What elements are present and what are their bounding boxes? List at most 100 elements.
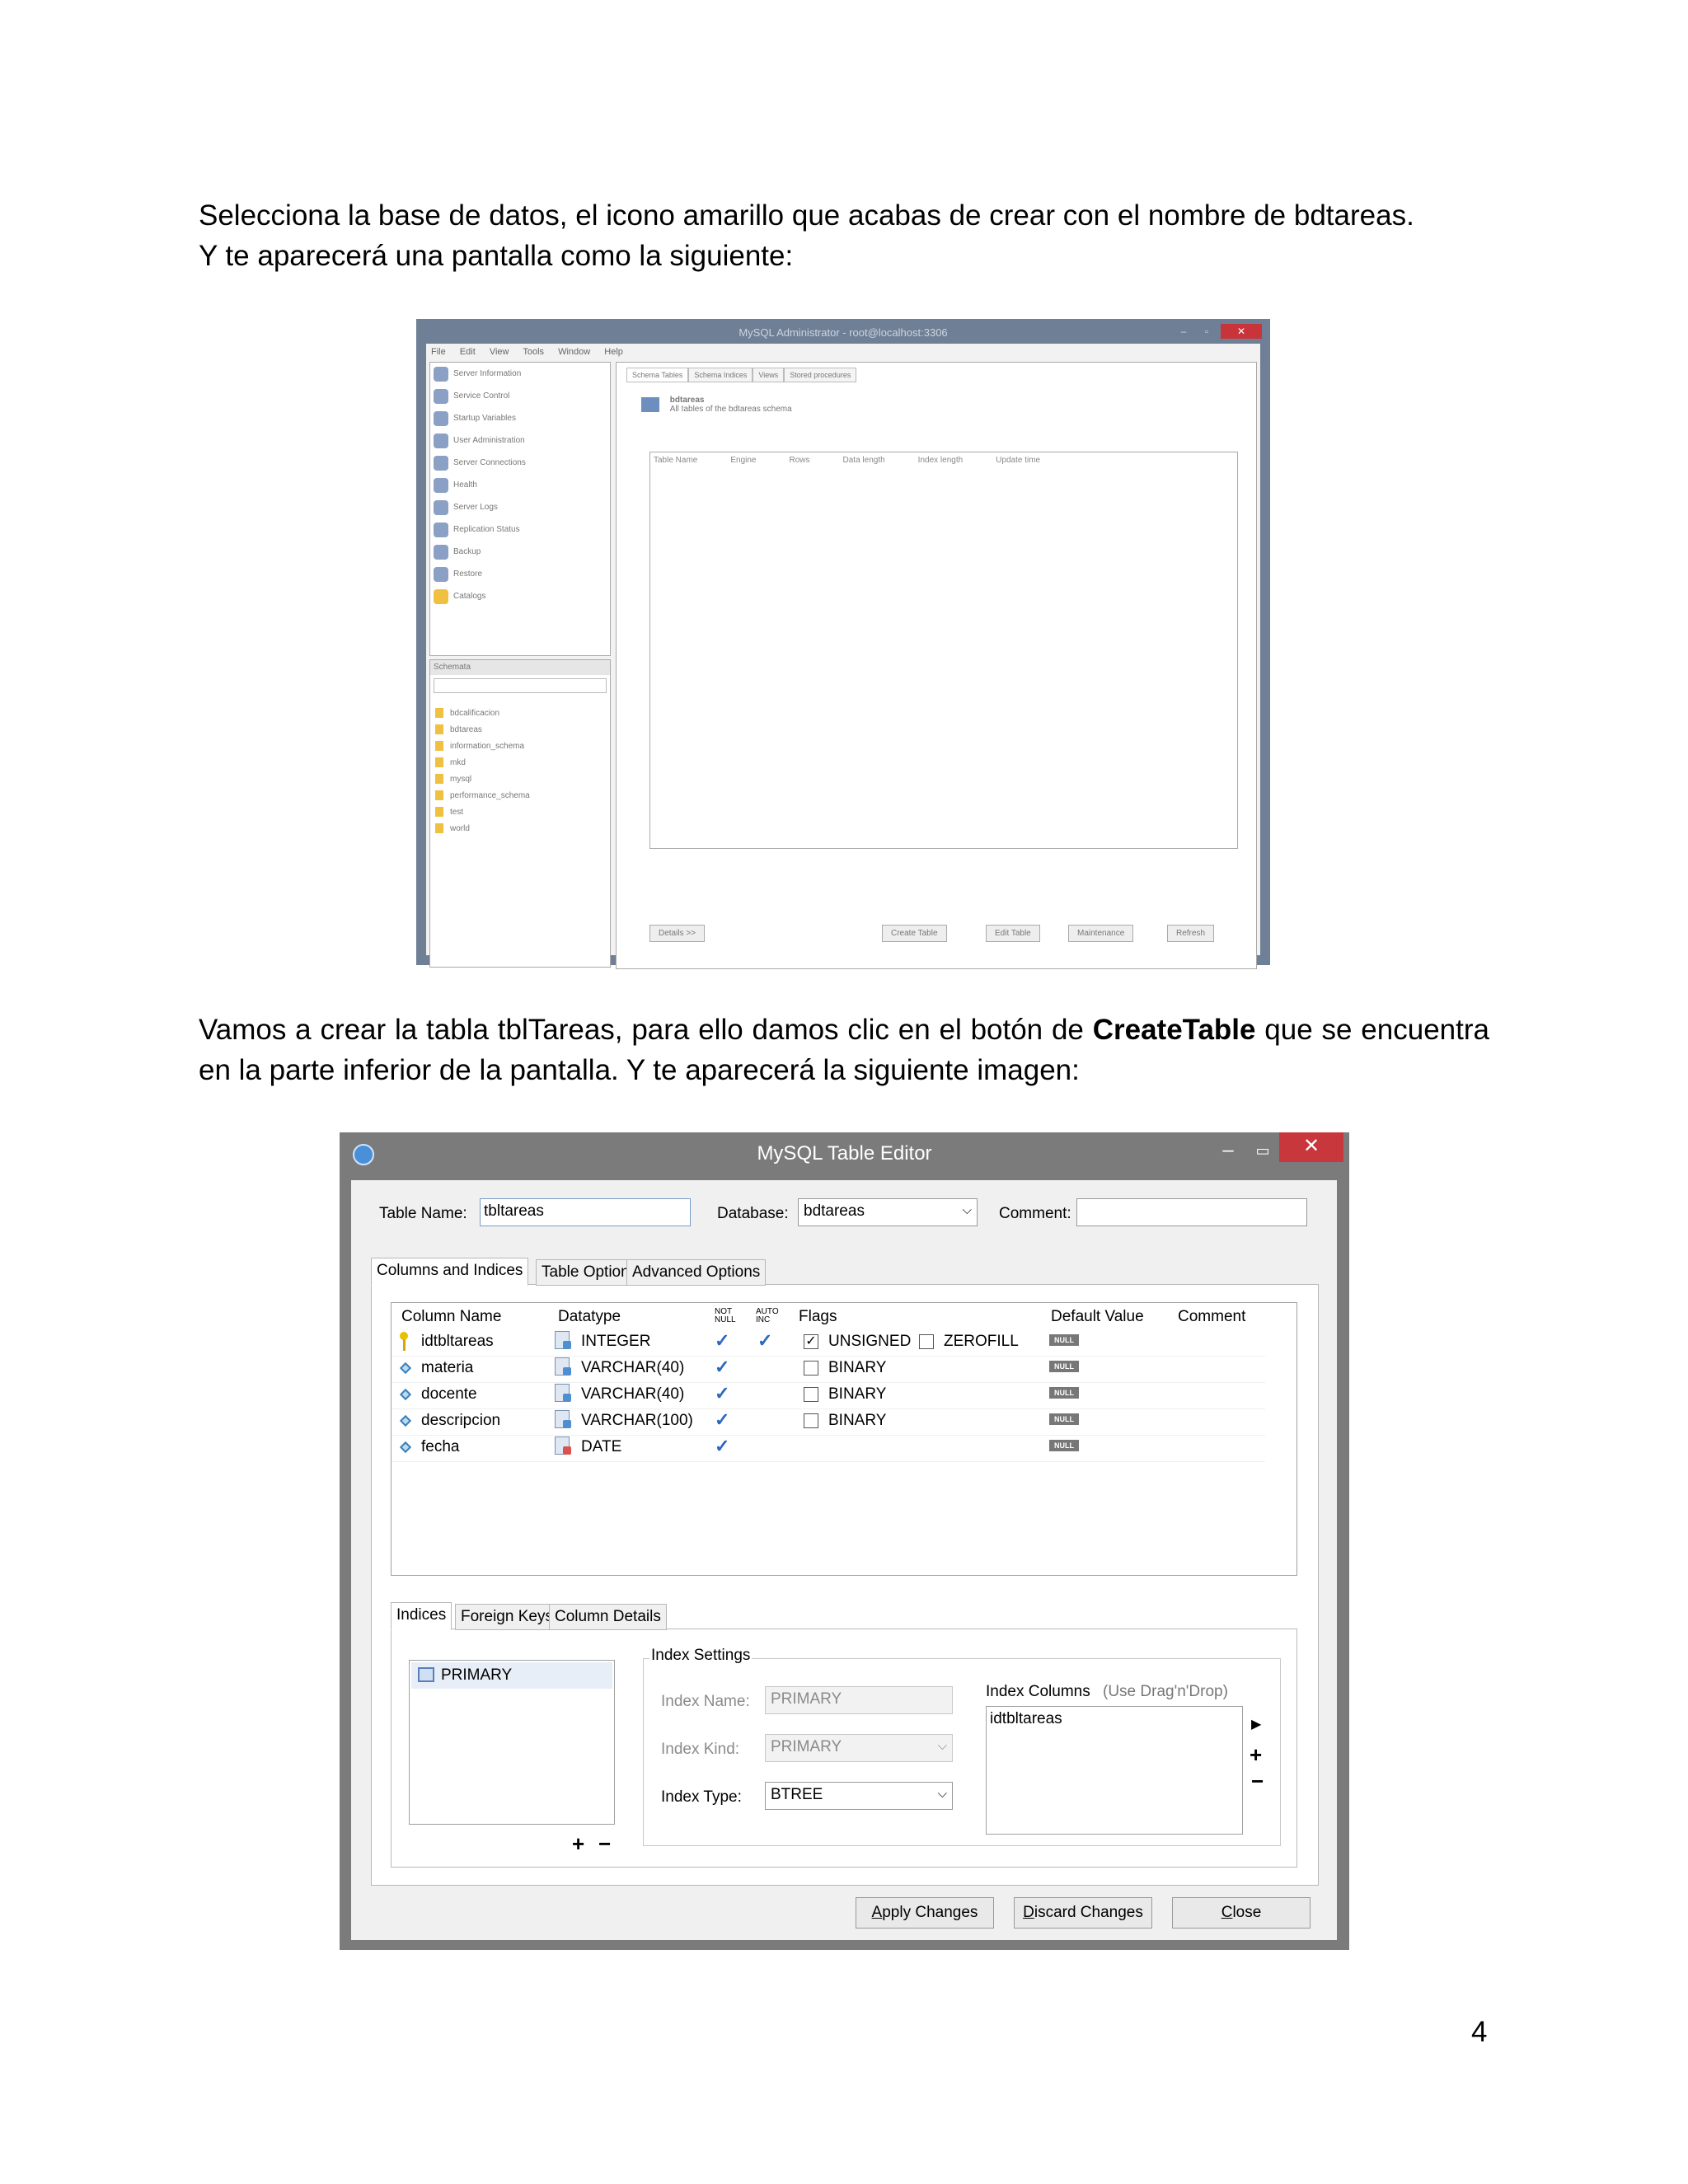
column-name-cell: idtbltareas [421, 1333, 494, 1350]
nav-item[interactable]: Server Information [430, 363, 610, 385]
table-name-input[interactable]: tbltareas [480, 1198, 691, 1226]
nav-item[interactable]: Server Logs [430, 496, 610, 518]
minimize-icon[interactable]: – [1175, 324, 1193, 339]
comment-input[interactable] [1076, 1198, 1307, 1226]
table-row[interactable]: idtbltareas INTEGER ✓ ✓ ✓ UNSIGNED ZEROF… [392, 1329, 1265, 1357]
col-update-time[interactable]: Update time [996, 456, 1040, 465]
apply-label: pply Changes [882, 1904, 978, 1921]
flag-label: ZEROFILL [944, 1333, 1019, 1350]
remove-column-button[interactable]: − [1251, 1770, 1264, 1792]
tab-schema-tables[interactable]: Schema Tables [626, 368, 689, 382]
zerofill-checkbox[interactable] [919, 1334, 934, 1349]
tab-column-details[interactable]: Column Details [549, 1604, 667, 1630]
col-rows[interactable]: Rows [790, 456, 810, 465]
index-item-label: PRIMARY [441, 1666, 513, 1684]
close-icon[interactable]: ✕ [1221, 324, 1262, 339]
add-column-button[interactable]: + [1250, 1744, 1262, 1765]
menu-tools[interactable]: Tools [523, 347, 544, 357]
maximize-icon[interactable]: ▫ [1198, 324, 1216, 339]
nav-item[interactable]: Health [430, 474, 610, 496]
schema-item[interactable]: mysql [430, 771, 610, 787]
index-type-select[interactable]: BTREE ⌵ [765, 1782, 953, 1810]
binary-checkbox[interactable] [804, 1387, 818, 1402]
tab-indices[interactable]: Indices [391, 1602, 452, 1630]
details-button[interactable]: Details >> [649, 925, 706, 942]
play-icon[interactable]: ▶ [1251, 1716, 1261, 1732]
nav-item[interactable]: Startup Variables [430, 407, 610, 429]
header-flags: Flags [799, 1308, 837, 1325]
index-list[interactable]: PRIMARY [409, 1660, 615, 1825]
binary-checkbox[interactable] [804, 1361, 818, 1376]
not-null-check-icon[interactable]: ✓ [715, 1409, 729, 1431]
binary-checkbox[interactable] [804, 1413, 818, 1428]
maximize-icon[interactable]: ▭ [1246, 1136, 1279, 1165]
schema-header: bdtareas All tables of the bdtareas sche… [641, 396, 792, 414]
discard-changes-button[interactable]: Discard Changes [1014, 1897, 1152, 1929]
menu-edit[interactable]: Edit [460, 347, 476, 357]
nav-item[interactable]: Server Connections [430, 452, 610, 474]
nav-item[interactable]: Catalogs [430, 585, 610, 607]
not-null-check-icon[interactable]: ✓ [715, 1357, 729, 1378]
close-icon[interactable]: ✕ [1279, 1132, 1343, 1162]
menu-window[interactable]: Window [558, 347, 590, 357]
columns-grid[interactable]: Column Name Datatype NOT NULL AUTO INC F… [391, 1302, 1297, 1576]
remove-index-button[interactable]: − [598, 1833, 611, 1854]
schema-item[interactable]: performance_schema [430, 787, 610, 804]
header-default-value: Default Value [1051, 1308, 1144, 1325]
tab-views[interactable]: Views [753, 368, 785, 382]
tab-schema-indices[interactable]: Schema Indices [688, 368, 753, 382]
menu-view[interactable]: View [490, 347, 509, 357]
tab-columns-and-indices[interactable]: Columns and Indices [371, 1258, 529, 1286]
add-index-button[interactable]: + [572, 1833, 584, 1854]
null-badge: NULL [1049, 1413, 1079, 1425]
schema-item[interactable]: information_schema [430, 738, 610, 754]
apply-changes-button[interactable]: Apply Changes [856, 1897, 994, 1929]
tables-list[interactable]: Table Name Engine Rows Data length Index… [649, 452, 1238, 849]
tab-stored-procedures[interactable]: Stored procedures [784, 368, 857, 382]
tab-advanced-options[interactable]: Advanced Options [626, 1259, 767, 1286]
col-index-length[interactable]: Index length [918, 456, 964, 465]
index-columns-list[interactable]: idtbltareas [986, 1706, 1243, 1835]
edit-table-button[interactable]: Edit Table [986, 925, 1040, 942]
index-kind-select[interactable]: PRIMARY ⌵ [765, 1734, 953, 1762]
menu-file[interactable]: File [431, 347, 446, 357]
nav-item[interactable]: Replication Status [430, 518, 610, 541]
schema-item[interactable]: bdcalificacion [430, 705, 610, 721]
nav-item[interactable]: Restore [430, 563, 610, 585]
col-data-length[interactable]: Data length [843, 456, 885, 465]
not-null-check-icon[interactable]: ✓ [715, 1383, 729, 1404]
datatype-cell: INTEGER [581, 1333, 651, 1350]
table-row[interactable]: docente VARCHAR(40) ✓ BINARY NULL [392, 1382, 1265, 1409]
database-select[interactable]: bdtareas ⌵ [798, 1198, 978, 1226]
menu-help[interactable]: Help [604, 347, 623, 357]
col-table-name[interactable]: Table Name [654, 456, 697, 465]
auto-inc-check-icon[interactable]: ✓ [757, 1330, 772, 1352]
schemata-search-input[interactable] [434, 678, 607, 693]
nav-item[interactable]: Service Control [430, 385, 610, 407]
schema-item[interactable]: mkd [430, 754, 610, 771]
not-null-check-icon[interactable]: ✓ [715, 1330, 729, 1352]
header-not-null: NOT NULL [715, 1307, 736, 1324]
list-item[interactable]: idtbltareas [990, 1710, 1062, 1728]
database-value: bdtareas [804, 1202, 865, 1220]
close-button[interactable]: Close [1172, 1897, 1311, 1929]
schema-item[interactable]: test [430, 804, 610, 820]
not-null-check-icon[interactable]: ✓ [715, 1436, 729, 1457]
schema-item[interactable]: world [430, 820, 610, 837]
index-name-input[interactable]: PRIMARY [765, 1686, 953, 1714]
unsigned-checkbox[interactable]: ✓ [804, 1334, 818, 1349]
maintenance-button[interactable]: Maintenance [1068, 925, 1134, 942]
minimize-icon[interactable]: – [1212, 1136, 1245, 1165]
table-row[interactable]: materia VARCHAR(40) ✓ BINARY NULL [392, 1356, 1265, 1383]
create-table-button[interactable]: Create Table [882, 925, 947, 942]
refresh-button[interactable]: Refresh [1167, 925, 1215, 942]
list-item[interactable]: PRIMARY [411, 1662, 612, 1689]
schema-item[interactable]: bdtareas [430, 721, 610, 738]
nav-item[interactable]: Backup [430, 541, 610, 563]
table-row[interactable]: fecha DATE ✓ NULL [392, 1435, 1265, 1462]
tab-foreign-keys[interactable]: Foreign Keys [455, 1604, 559, 1630]
index-kind-label: Index Kind: [661, 1741, 740, 1758]
table-row[interactable]: descripcion VARCHAR(100) ✓ BINARY NULL [392, 1408, 1265, 1436]
col-engine[interactable]: Engine [730, 456, 756, 465]
nav-item[interactable]: User Administration [430, 429, 610, 452]
